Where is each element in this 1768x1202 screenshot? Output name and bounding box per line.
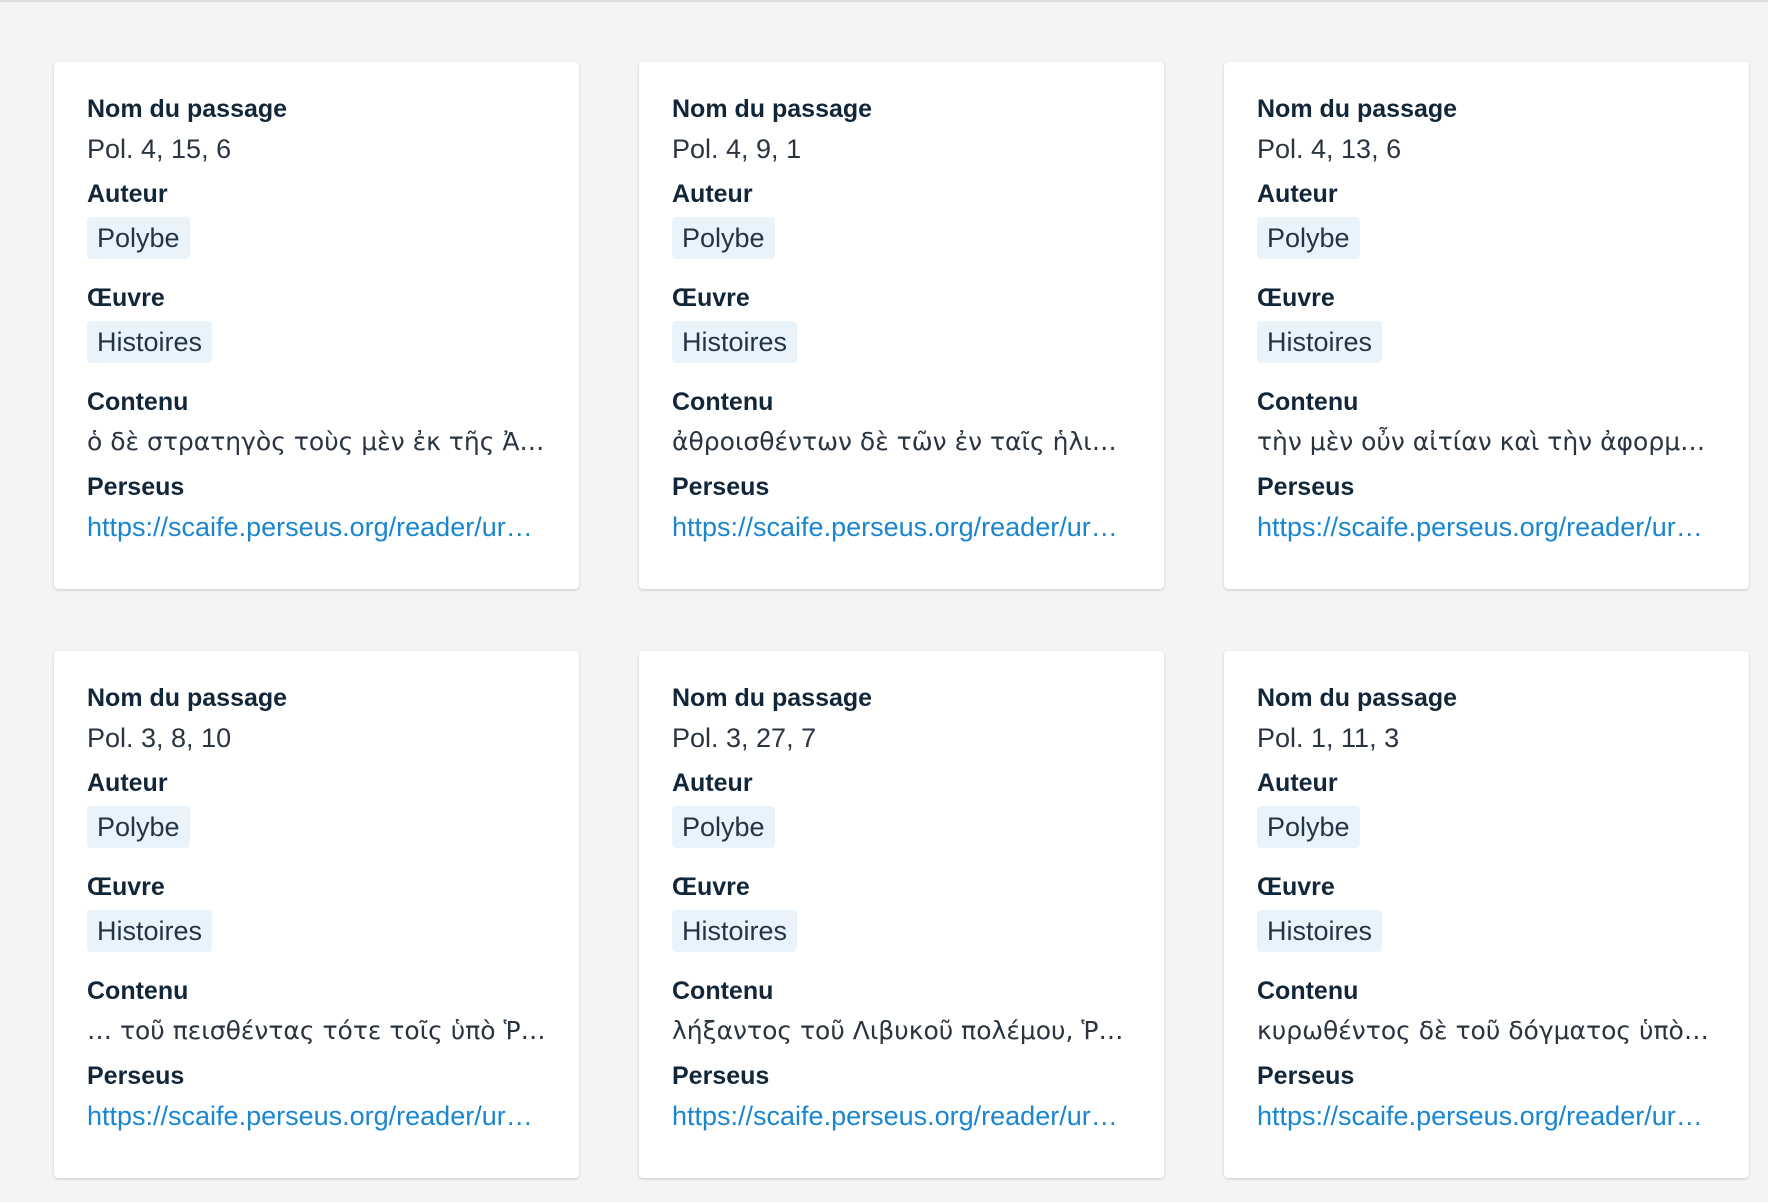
author-tag[interactable]: Polybe: [672, 217, 775, 259]
author-tag[interactable]: Polybe: [87, 806, 190, 848]
author-tag[interactable]: Polybe: [1257, 806, 1360, 848]
passage-card: Nom du passage Pol. 1, 11, 3 Auteur Poly…: [1224, 651, 1749, 1178]
work-label: Œuvre: [672, 873, 750, 901]
author-tag[interactable]: Polybe: [1257, 217, 1360, 259]
content-text: τὴν μὲν οὖν αἰτίαν καὶ τὴν ἀφορμὴν …: [1257, 427, 1716, 456]
author-label: Auteur: [672, 769, 753, 797]
perseus-link[interactable]: https://scaife.perseus.org/reader/ur…: [672, 509, 1131, 545]
passage-name: Pol. 4, 15, 6: [87, 134, 232, 164]
perseus-link[interactable]: https://scaife.perseus.org/reader/ur…: [672, 1098, 1131, 1134]
perseus-link[interactable]: https://scaife.perseus.org/reader/ur…: [87, 1098, 546, 1134]
work-label: Œuvre: [672, 284, 750, 312]
passage-grid: Nom du passage Pol. 4, 15, 6 Auteur Poly…: [54, 62, 1749, 1178]
passage-name: Pol. 3, 27, 7: [672, 723, 817, 753]
content-label: Contenu: [87, 977, 189, 1005]
content-text: κυρωθέντος δὲ τοῦ δόγματος ὑπὸ τ…: [1257, 1016, 1716, 1045]
perseus-label: Perseus: [1257, 473, 1355, 501]
work-label: Œuvre: [87, 284, 165, 312]
content-label: Contenu: [87, 388, 189, 416]
passage-name-label: Nom du passage: [672, 95, 873, 123]
perseus-label: Perseus: [87, 1062, 185, 1090]
passage-name-label: Nom du passage: [87, 95, 288, 123]
passage-card: Nom du passage Pol. 3, 27, 7 Auteur Poly…: [639, 651, 1164, 1178]
author-tag[interactable]: Polybe: [87, 217, 190, 259]
content-label: Contenu: [1257, 977, 1359, 1005]
work-tag[interactable]: Histoires: [672, 321, 798, 363]
perseus-link[interactable]: https://scaife.perseus.org/reader/ur…: [1257, 1098, 1716, 1134]
author-label: Auteur: [1257, 769, 1338, 797]
passage-name-label: Nom du passage: [672, 684, 873, 712]
author-label: Auteur: [87, 769, 168, 797]
passage-card: Nom du passage Pol. 3, 8, 10 Auteur Poly…: [54, 651, 579, 1178]
content-label: Contenu: [672, 388, 774, 416]
passage-name-label: Nom du passage: [87, 684, 288, 712]
passage-name-label: Nom du passage: [1257, 95, 1458, 123]
work-tag[interactable]: Histoires: [1257, 910, 1383, 952]
work-tag[interactable]: Histoires: [87, 321, 213, 363]
perseus-label: Perseus: [672, 1062, 770, 1090]
author-label: Auteur: [87, 180, 168, 208]
passage-name: Pol. 1, 11, 3: [1257, 723, 1400, 753]
perseus-label: Perseus: [672, 473, 770, 501]
passage-card: Nom du passage Pol. 4, 15, 6 Auteur Poly…: [54, 62, 579, 589]
author-label: Auteur: [672, 180, 753, 208]
perseus-label: Perseus: [87, 473, 185, 501]
passage-name: Pol. 4, 13, 6: [1257, 134, 1402, 164]
content-text: … τοῦ πεισθέντας τότε τοῖς ὑπὸ Ῥωμ…: [87, 1016, 546, 1045]
perseus-link[interactable]: https://scaife.perseus.org/reader/ur…: [1257, 509, 1716, 545]
content-label: Contenu: [1257, 388, 1359, 416]
work-label: Œuvre: [1257, 873, 1335, 901]
content-text: ἀθροισθέντων δὲ τῶν ἐν ταῖς ἡλικίαι…: [672, 427, 1131, 456]
work-tag[interactable]: Histoires: [87, 910, 213, 952]
content-text: λήξαντος τοῦ Λιβυκοῦ πολέμου, Ῥω…: [672, 1016, 1131, 1045]
author-tag[interactable]: Polybe: [672, 806, 775, 848]
content-label: Contenu: [672, 977, 774, 1005]
work-tag[interactable]: Histoires: [672, 910, 798, 952]
passage-card: Nom du passage Pol. 4, 13, 6 Auteur Poly…: [1224, 62, 1749, 589]
content-text: ὁ δὲ στρατηγὸς τοὺς μὲν ἐκ τῆς Ἀχαΐ…: [87, 427, 546, 456]
work-label: Œuvre: [1257, 284, 1335, 312]
passage-name: Pol. 4, 9, 1: [672, 134, 802, 164]
passage-name-label: Nom du passage: [1257, 684, 1458, 712]
work-tag[interactable]: Histoires: [1257, 321, 1383, 363]
author-label: Auteur: [1257, 180, 1338, 208]
work-label: Œuvre: [87, 873, 165, 901]
passage-name: Pol. 3, 8, 10: [87, 723, 232, 753]
top-divider: [0, 0, 1768, 2]
perseus-label: Perseus: [1257, 1062, 1355, 1090]
passage-card: Nom du passage Pol. 4, 9, 1 Auteur Polyb…: [639, 62, 1164, 589]
perseus-link[interactable]: https://scaife.perseus.org/reader/ur…: [87, 509, 546, 545]
